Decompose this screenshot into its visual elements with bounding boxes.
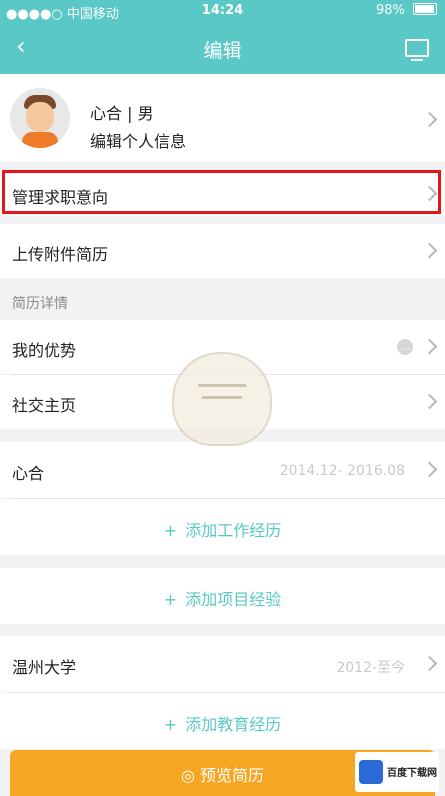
social-homepage-label: 社交主页 (12, 396, 77, 415)
education-school: 温州大学 (12, 658, 77, 677)
highlight-box (2, 170, 441, 214)
add-education-button[interactable]: + 添加教育经历 (0, 711, 445, 735)
add-work-label: 添加工作经历 (185, 521, 282, 540)
add-education-label: 添加教育经历 (185, 715, 282, 734)
chevron-right-icon (421, 655, 438, 672)
chevron-right-icon (421, 393, 438, 410)
battery-percent: 98% (375, 3, 405, 18)
monitor-icon[interactable] (405, 39, 429, 61)
plus-icon: + (163, 590, 178, 609)
battery-icon (413, 3, 437, 15)
resume-details-header: 简历详情 (0, 282, 445, 322)
upload-resume-label: 上传附件简历 (12, 245, 109, 264)
status-badge: … (397, 339, 413, 355)
upload-resume-row[interactable]: 上传附件简历 (0, 224, 445, 278)
add-work-row[interactable]: + 添加工作经历 (0, 499, 445, 555)
chevron-right-icon (421, 111, 438, 128)
plus-icon: + (163, 521, 178, 540)
site-watermark: 百度下载网 (355, 752, 439, 792)
add-project-row[interactable]: + 添加项目经验 (0, 568, 445, 624)
site-watermark-text: 百度下载网 (387, 768, 437, 779)
work-dates: 2014.12- 2016.08 (279, 463, 405, 479)
add-work-button[interactable]: + 添加工作经历 (0, 517, 445, 541)
work-company: 心合 (12, 464, 45, 483)
eye-icon: ◎ (180, 766, 201, 785)
mascot-watermark-icon (172, 352, 272, 446)
add-project-button[interactable]: + 添加项目经验 (0, 586, 445, 610)
profile-row[interactable]: 心合 | 男 编辑个人信息 (0, 74, 445, 162)
profile-name: 心合 | 男 (90, 104, 154, 123)
preview-label: 预览简历 (200, 766, 265, 785)
plus-icon: + (163, 715, 178, 734)
chevron-right-icon (421, 461, 438, 478)
section-title: 简历详情 (12, 296, 68, 312)
status-bar: ●●●●○ 中国移动 14:24 98% (0, 0, 445, 22)
page-title: 编辑 (203, 40, 242, 62)
my-advantage-label: 我的优势 (12, 341, 77, 360)
edit-profile-label: 编辑个人信息 (90, 132, 187, 151)
chevron-right-icon (421, 242, 438, 259)
education-row[interactable]: 温州大学 2012-至今 (0, 636, 445, 692)
chevron-right-icon (421, 338, 438, 355)
nav-bar: ‹ 编辑 (0, 22, 445, 74)
education-dates: 2012-至今 (336, 660, 405, 676)
site-logo (359, 760, 383, 784)
add-education-row[interactable]: + 添加教育经历 (0, 693, 445, 749)
battery-indicator: 98% (376, 3, 437, 18)
add-project-label: 添加项目经验 (185, 590, 282, 609)
work-experience-row[interactable]: 心合 2014.12- 2016.08 (0, 442, 445, 498)
avatar (10, 88, 70, 148)
